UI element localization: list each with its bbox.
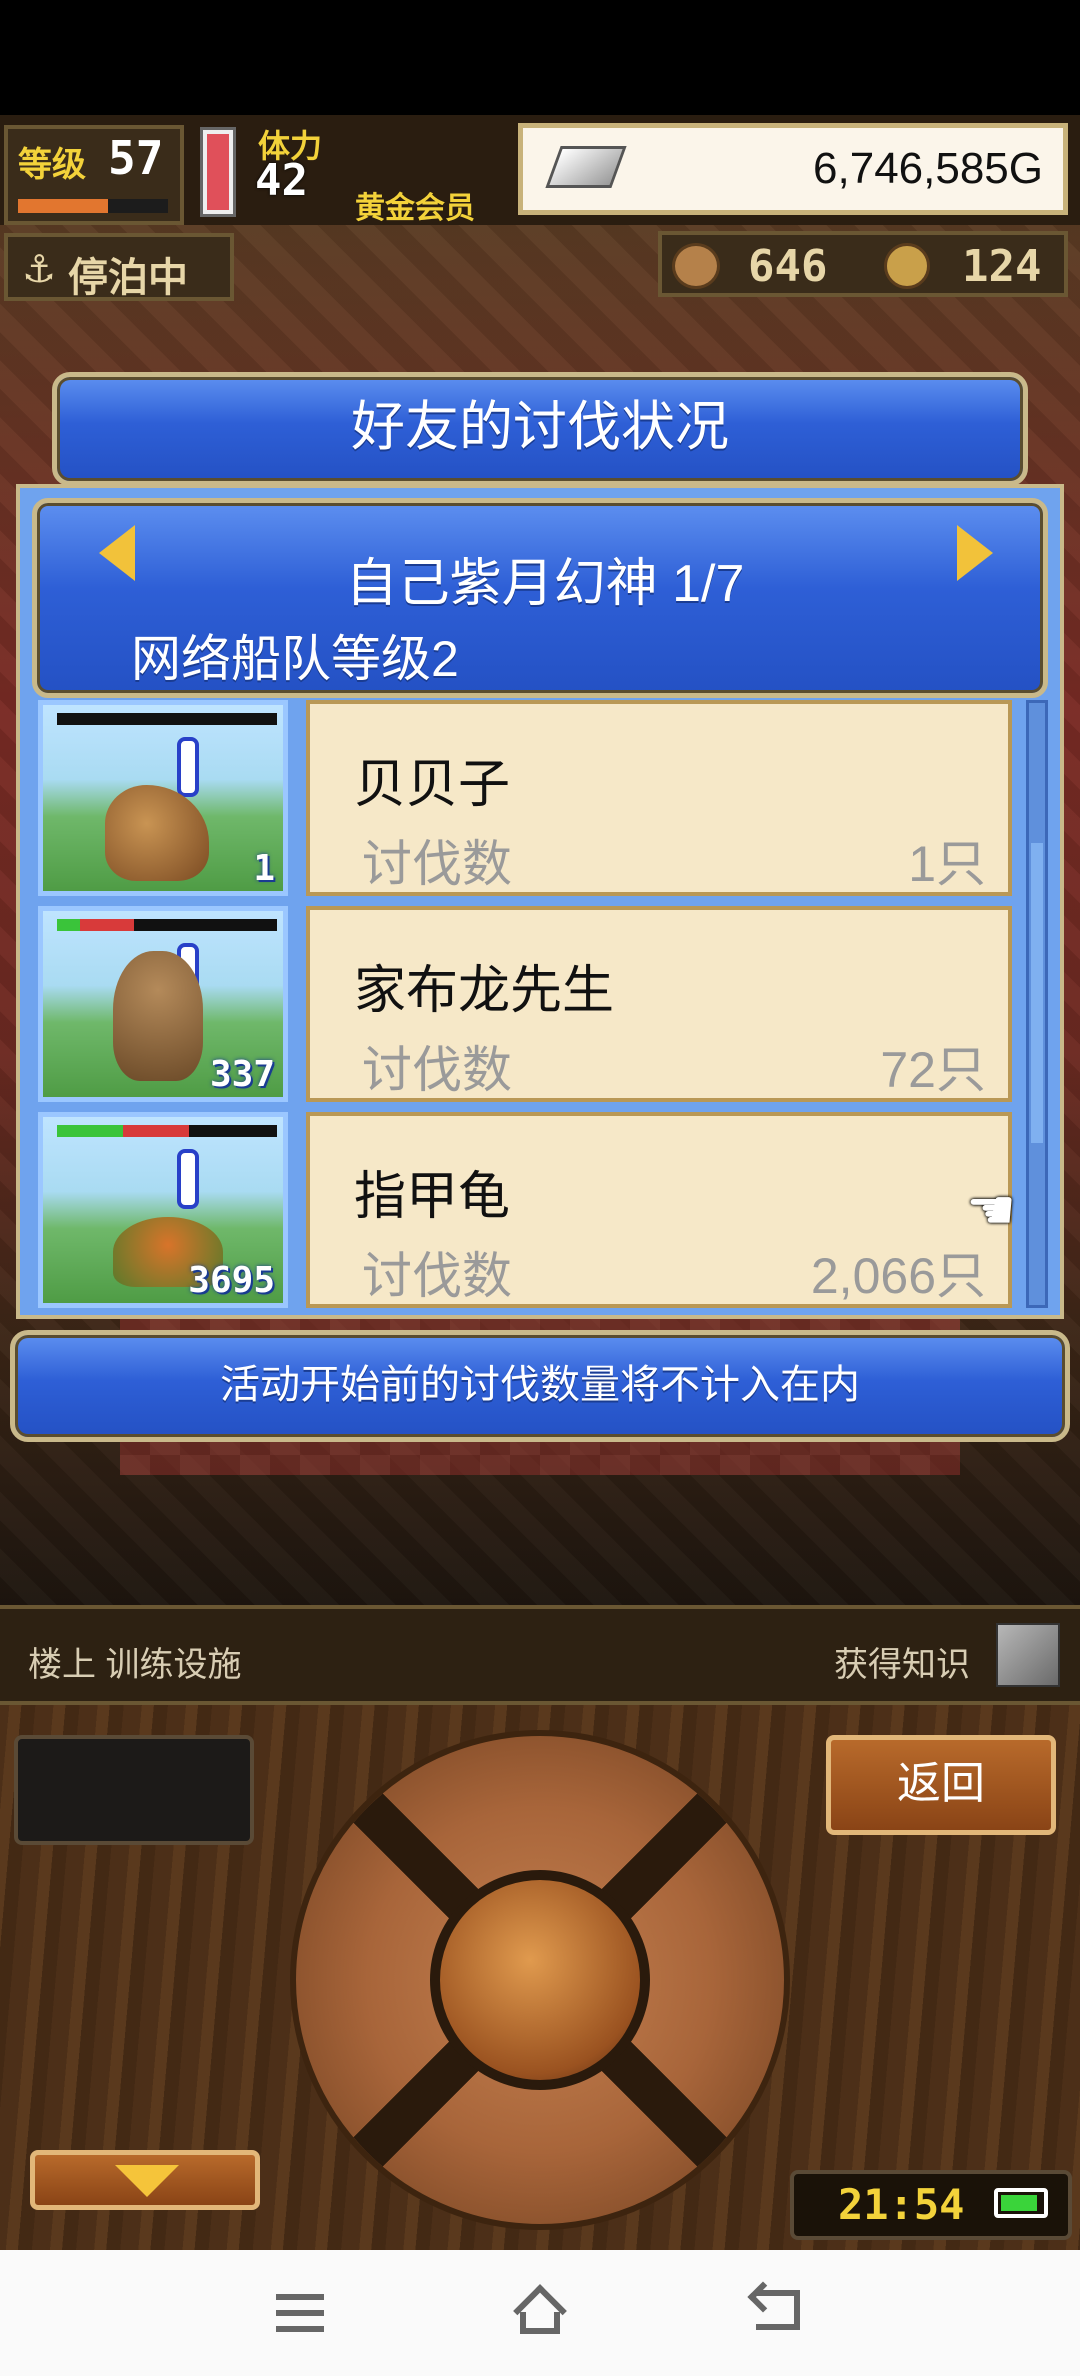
fleet-level: 网络船队等级2: [131, 631, 459, 687]
kill-count-label: 讨伐数: [362, 1042, 512, 1098]
friend-row[interactable]: 家布龙先生 讨伐数 72只: [306, 906, 1012, 1102]
level-box: 等级 57: [4, 125, 184, 225]
friend-name: 指甲龟: [354, 1168, 511, 1226]
anchor-icon: ⚓: [22, 247, 57, 291]
docked-status: ⚓ 停泊中: [4, 233, 234, 301]
menu-icon[interactable]: [276, 2294, 324, 2332]
empty-slot[interactable]: [14, 1735, 254, 1845]
membership-badge: 黄金会员: [355, 191, 475, 226]
home-icon[interactable]: [512, 2284, 568, 2338]
dialog-subtitle: 自己紫月幻神 1/7: [345, 555, 745, 613]
kill-count-label: 讨伐数: [362, 1248, 512, 1304]
dialog-title: 好友的讨伐状况: [351, 397, 729, 457]
dpad[interactable]: [290, 1730, 790, 2230]
clock-box: 21:54: [790, 2170, 1072, 2240]
stamina-gauge: [200, 127, 236, 217]
back-button[interactable]: 返回: [826, 1735, 1056, 1835]
friend-row[interactable]: 指甲龟 讨伐数 2,066只: [306, 1112, 1012, 1308]
level-label: 等级: [18, 145, 86, 185]
dpad-center-button[interactable]: [430, 1870, 650, 2090]
footer-note-banner: 活动开始前的讨伐数量将不计入在内: [10, 1330, 1070, 1442]
monster-count-badge: 1: [253, 848, 275, 889]
kill-count-label: 讨伐数: [362, 836, 512, 892]
alert-icon: [177, 737, 199, 797]
exp-bar: [18, 199, 168, 213]
dialog-panel: 自己紫月幻神 1/7 网络船队等级2 1 贝贝子 讨伐数 1只 337 家布龙先…: [16, 484, 1064, 1319]
battery-icon: [994, 2188, 1048, 2218]
kill-count-value: 1只: [908, 836, 986, 892]
monster-sprite: [105, 785, 209, 881]
friend-name: 贝贝子: [354, 756, 511, 814]
level-value: 57: [108, 131, 164, 185]
kill-count-value: 72只: [880, 1042, 986, 1098]
location-bar: 楼上 训练设施 获得知识: [0, 1605, 1080, 1705]
gold-bar-icon: [545, 146, 627, 188]
back-icon[interactable]: [747, 2281, 804, 2336]
scrollbar[interactable]: [1026, 700, 1048, 1308]
hp-bar-fill: [57, 1125, 189, 1137]
monster-count-badge: 337: [209, 1054, 275, 1095]
system-status-bar: [0, 0, 1080, 115]
dialog-header: 自己紫月幻神 1/7 网络船队等级2: [32, 498, 1048, 698]
quill-icon: [996, 1623, 1060, 1687]
system-nav-bar: [0, 2250, 1080, 2376]
docked-label: 停泊中: [68, 255, 188, 301]
arrow-down-icon: [115, 2165, 179, 2197]
hp-bar-fill: [57, 919, 134, 931]
resource-b-value: 124: [962, 241, 1042, 292]
hp-bar: [57, 1125, 277, 1137]
resource-b-icon: [884, 243, 930, 289]
stamina-value: 42: [255, 155, 308, 206]
monster-count-badge: 3695: [188, 1260, 275, 1301]
resource-box: 646 124: [658, 231, 1068, 297]
hp-bar: [57, 919, 277, 931]
monster-portrait: 3695: [38, 1112, 288, 1308]
scrollbar-thumb[interactable]: [1031, 843, 1043, 1143]
kill-count-value: 2,066只: [810, 1248, 986, 1304]
footer-note: 活动开始前的讨伐数量将不计入在内: [220, 1363, 860, 1407]
resource-a-value: 646: [748, 241, 828, 292]
knowledge-label: 获得知识: [834, 1646, 970, 1684]
location-name: 楼上 训练设施: [28, 1646, 242, 1684]
dialog-title-banner: 好友的讨伐状况: [52, 372, 1028, 486]
friend-row[interactable]: 贝贝子 讨伐数 1只: [306, 700, 1012, 896]
clock-time: 21:54: [838, 2180, 965, 2229]
next-page-button[interactable]: [957, 525, 993, 581]
monster-portrait: 337: [38, 906, 288, 1102]
hp-bar: [57, 713, 277, 725]
hand-pointer-icon: ☚: [966, 1178, 1017, 1243]
game-hud: 等级 57 体力 42 黄金会员 6,746,585G: [0, 115, 1080, 226]
alert-icon: [177, 1149, 199, 1209]
gold-box: 6,746,585G: [518, 123, 1068, 215]
friend-name: 家布龙先生: [354, 962, 615, 1020]
exp-bar-fill: [18, 199, 108, 213]
resource-a-icon: [672, 243, 720, 289]
gold-amount: 6,746,585G: [813, 144, 1043, 193]
scroll-down-button[interactable]: [30, 2150, 260, 2210]
monster-sprite: [113, 951, 203, 1081]
monster-portrait: 1: [38, 700, 288, 896]
stamina-gauge-fill: [207, 134, 229, 210]
